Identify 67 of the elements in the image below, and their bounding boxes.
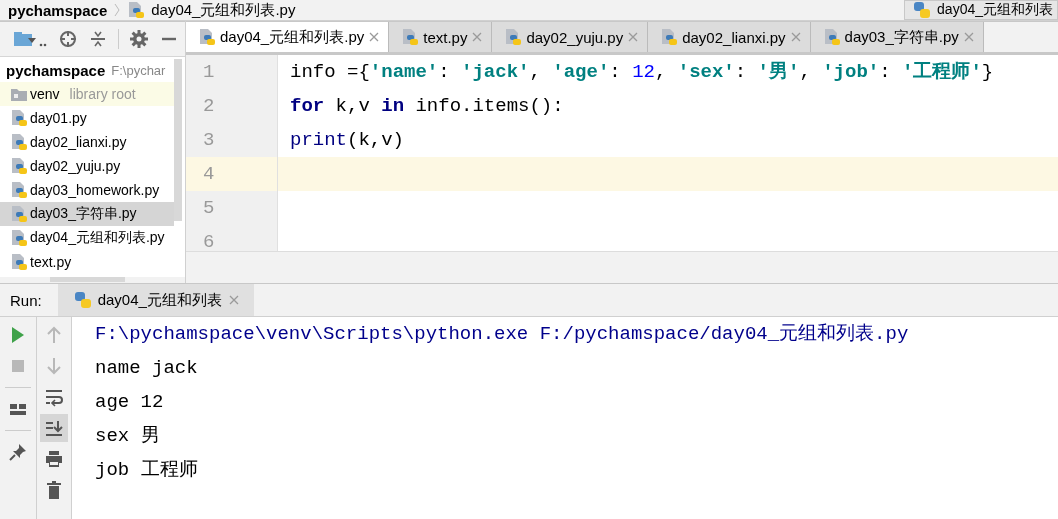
- line-number: 5: [186, 191, 278, 225]
- code-line: print(k,v): [290, 129, 405, 151]
- editor-tab[interactable]: day02_lianxi.py: [648, 22, 811, 52]
- python-file-icon: [10, 253, 28, 271]
- breadcrumb-item[interactable]: pychamspace: [8, 1, 108, 19]
- python-icon: [73, 291, 92, 309]
- tree-item[interactable]: day03_homework.py: [0, 178, 174, 202]
- run-tab[interactable]: day04_元组和列表: [57, 284, 254, 316]
- folder-dropdown-icon[interactable]: [12, 29, 48, 49]
- editor-tab[interactable]: text.py: [389, 22, 493, 52]
- python-file-icon: [10, 181, 28, 199]
- console-line: name jack: [95, 356, 199, 381]
- editor-tab[interactable]: day04_元组和列表.py: [186, 22, 390, 52]
- pin-icon[interactable]: [8, 442, 28, 462]
- console-line: sex 男: [95, 424, 161, 449]
- python-file-icon: [198, 28, 216, 46]
- project-root[interactable]: pychamspace: [6, 61, 106, 79]
- chevron-icon: [113, 3, 122, 17]
- close-icon[interactable]: [227, 294, 240, 306]
- close-icon[interactable]: [962, 31, 975, 43]
- breadcrumb-item[interactable]: day04_元组和列表.py: [151, 0, 296, 20]
- python-file-icon: [504, 28, 523, 46]
- editor-tab[interactable]: day02_yuju.py: [492, 22, 649, 52]
- run-config-selector[interactable]: day04_元组和列表: [904, 0, 1058, 20]
- python-file-icon: [10, 157, 28, 175]
- line-number: 6: [186, 225, 278, 251]
- python-file-icon: [10, 229, 28, 247]
- code-line: for k,v in info.items():: [290, 95, 564, 117]
- crosshair-icon[interactable]: [58, 29, 78, 49]
- soft-wrap-icon[interactable]: [44, 387, 64, 407]
- python-file-icon: [660, 28, 679, 46]
- panel-title: Run:: [9, 291, 43, 309]
- collapse-all-icon[interactable]: [88, 29, 108, 49]
- console-line: job 工程师: [95, 458, 199, 483]
- tree-item[interactable]: day03_字符串.py: [0, 202, 174, 226]
- tree-item[interactable]: day04_元组和列表.py: [0, 226, 174, 250]
- close-icon[interactable]: [789, 31, 802, 43]
- project-path: F:\pychar: [111, 62, 166, 78]
- editor-tab[interactable]: day03_字符串.py: [810, 22, 984, 52]
- tree-item[interactable]: day02_lianxi.py: [0, 130, 174, 154]
- console-line: F:\pychamspace\venv\Scripts\python.exe F:/pychamspace/day04_元组和列表.py: [95, 322, 910, 347]
- code-line: info ={'name': 'jack', 'age': 12, 'sex': '男', 'job': '工程师'}: [290, 61, 994, 83]
- python-file-icon: [10, 133, 28, 151]
- close-icon[interactable]: [471, 31, 484, 43]
- python-file-icon: [127, 1, 146, 19]
- console-line: age 12: [95, 390, 165, 415]
- scrollbar[interactable]: [50, 277, 125, 282]
- printer-icon[interactable]: [44, 449, 64, 469]
- settings-icon[interactable]: [129, 29, 149, 49]
- line-number: 4: [186, 157, 278, 191]
- trash-icon[interactable]: [44, 480, 64, 500]
- tree-item[interactable]: day02_yuju.py: [0, 154, 174, 178]
- line-number: 3: [186, 123, 278, 157]
- python-file-icon: [10, 205, 28, 223]
- line-number: 2: [186, 89, 278, 123]
- tree-item[interactable]: venv library root: [0, 82, 174, 106]
- tree-item[interactable]: text.py: [0, 250, 174, 274]
- tree-item[interactable]: day01.py: [0, 106, 174, 130]
- python-icon: [913, 1, 932, 19]
- python-file-icon: [401, 28, 420, 46]
- line-number: 1: [186, 55, 278, 89]
- python-file-icon: [822, 28, 841, 46]
- python-file-icon: [10, 109, 28, 127]
- close-icon[interactable]: [368, 31, 381, 43]
- folder-icon: [10, 86, 28, 102]
- close-icon[interactable]: [627, 31, 640, 43]
- scrollbar[interactable]: [174, 59, 182, 221]
